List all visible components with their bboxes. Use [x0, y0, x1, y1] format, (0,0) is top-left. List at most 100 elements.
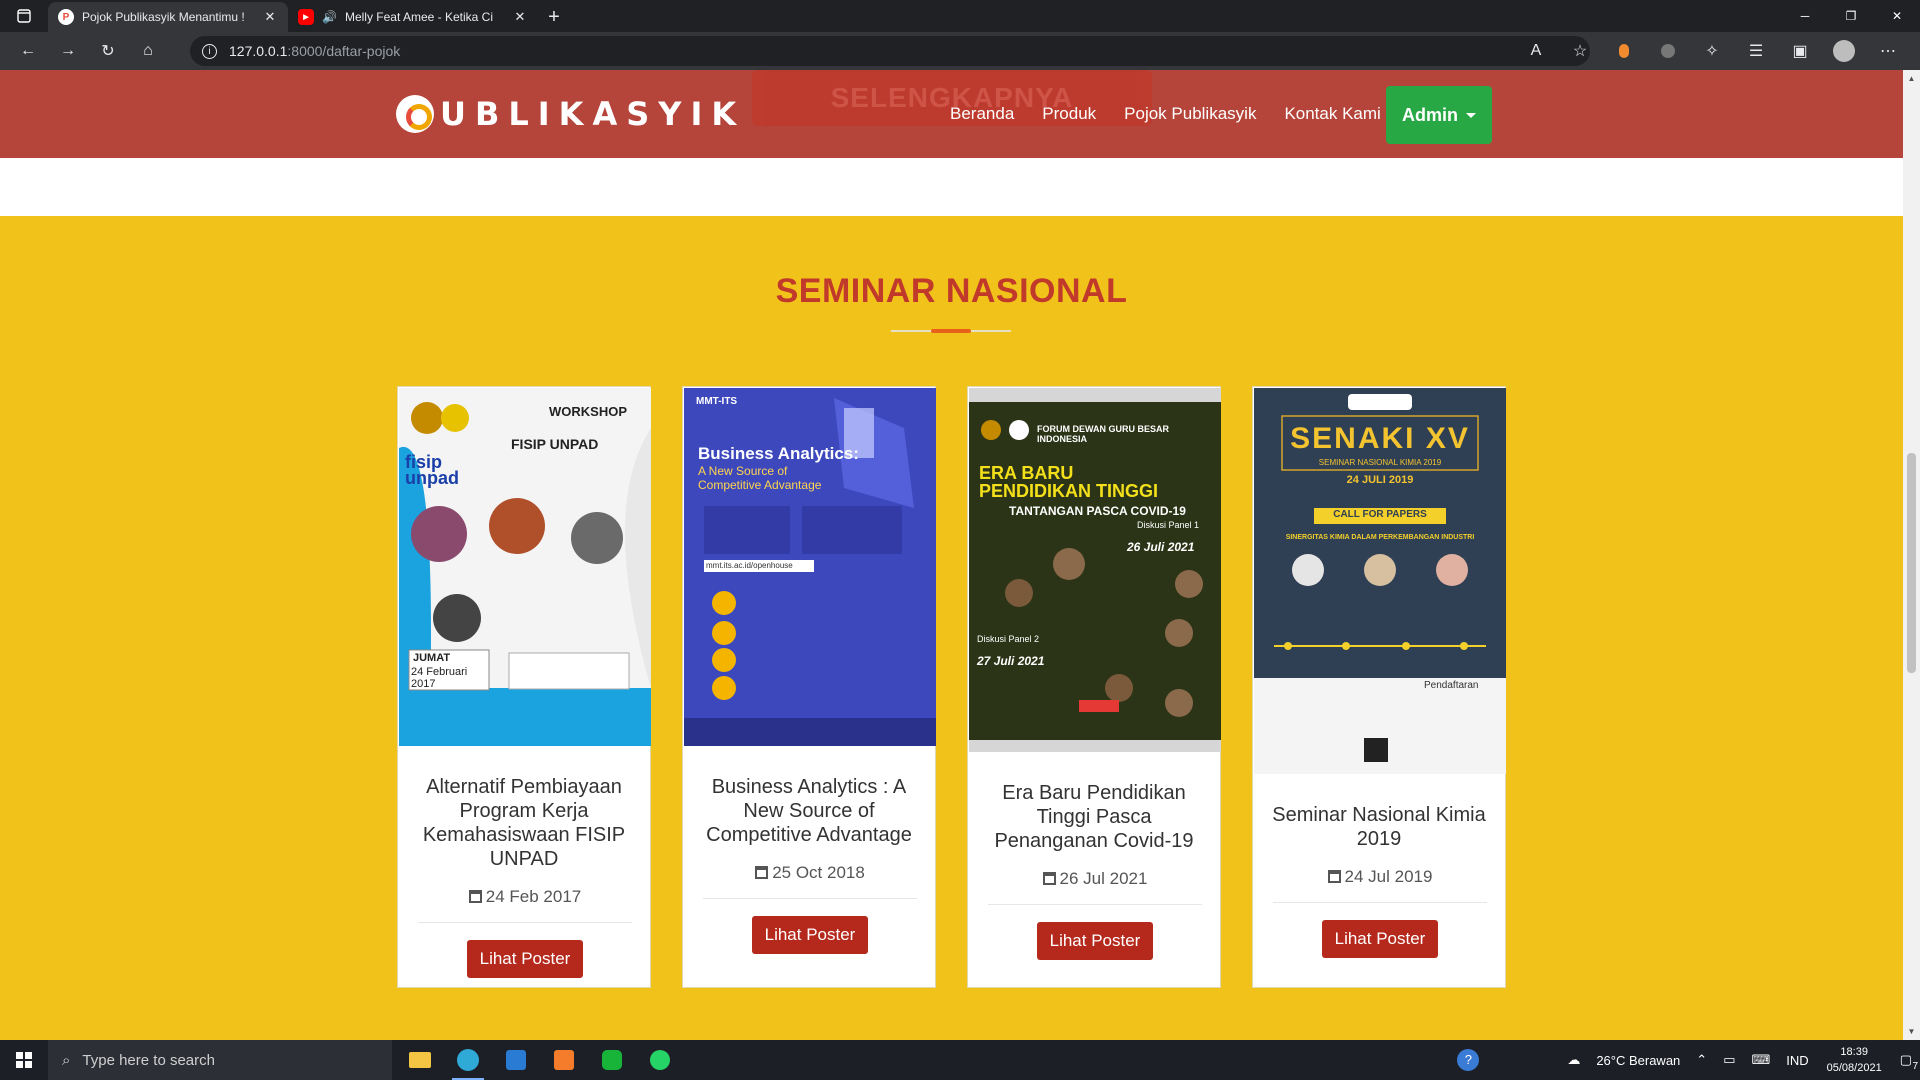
nav-beranda[interactable]: Beranda	[950, 104, 1014, 124]
windows-taskbar: ⌕ Type here to search ? ☁ 26°C Berawan ⌃…	[0, 1040, 1920, 1080]
calendar-icon	[1327, 870, 1341, 883]
speaker-icon[interactable]: 🔊	[322, 10, 337, 24]
card-divider	[418, 922, 632, 923]
chevron-down-icon	[1466, 112, 1476, 118]
language-indicator[interactable]: IND	[1786, 1053, 1808, 1068]
calendar-icon	[755, 866, 769, 879]
page-scrollbar[interactable]: ▲ ▼	[1903, 70, 1920, 1040]
whatsapp-icon[interactable]	[636, 1040, 684, 1080]
profile-avatar-icon[interactable]	[1822, 32, 1866, 70]
new-tab-button[interactable]: +	[538, 2, 570, 32]
info-icon[interactable]: i	[202, 43, 217, 59]
poster-image[interactable]: SENAKI XV SEMINAR NASIONAL KIMIA 2019 24…	[1254, 388, 1506, 774]
file-explorer-icon[interactable]	[396, 1040, 444, 1080]
admin-dropdown-button[interactable]: Admin	[1386, 86, 1492, 144]
card-divider	[1273, 902, 1487, 903]
clock[interactable]: 18:39 05/08/2021	[1827, 1044, 1882, 1076]
weather-icon[interactable]: ☁	[1567, 1052, 1580, 1068]
reload-icon[interactable]: ↻	[88, 32, 128, 70]
tray-chevron-up-icon[interactable]: ⌃	[1696, 1052, 1707, 1068]
notification-icon[interactable]: ▢ 7	[1900, 1052, 1918, 1072]
poster-subheading: SEMINAR NASIONAL KIMIA 2019	[1318, 458, 1442, 467]
close-window-icon[interactable]: ✕	[1874, 0, 1920, 32]
scroll-up-icon[interactable]: ▲	[1903, 70, 1920, 87]
calendar-icon	[468, 890, 482, 903]
poster-cfp: CALL FOR PAPERS	[1333, 509, 1427, 520]
read-aloud-icon[interactable]: A	[1514, 32, 1558, 70]
extension-dark-icon[interactable]	[1646, 32, 1690, 70]
scrollbar-thumb[interactable]	[1907, 453, 1916, 673]
maximize-icon[interactable]: ❐	[1828, 0, 1874, 32]
lihat-poster-button[interactable]: Lihat Poster	[752, 916, 868, 954]
poster-registration: Pendaftaran	[1424, 680, 1479, 691]
poster-panel1: Diskusi Panel 1	[1137, 520, 1200, 530]
site-logo[interactable]: UBLIKASYIK	[396, 94, 745, 134]
nav-pojok-publikasyik[interactable]: Pojok Publikasyik	[1124, 104, 1256, 124]
nav-produk[interactable]: Produk	[1042, 104, 1096, 124]
seminar-card: FORUM DEWAN GURU BESAR INDONESIA ERA BAR…	[967, 386, 1221, 988]
section-title: SEMINAR NASIONAL	[775, 272, 1128, 310]
title-underline-accent	[931, 329, 971, 333]
taskbar-search-input[interactable]: ⌕ Type here to search	[48, 1040, 392, 1080]
windows-start-icon[interactable]	[0, 1040, 48, 1080]
poster-day: JUMAT	[413, 652, 451, 664]
browser-tab-bar: P Pojok Publikasyik Menantimu ! ✕ ▶ 🔊 Me…	[0, 0, 1920, 32]
admin-label: Admin	[1402, 104, 1458, 125]
card-date: 24 Jul 2019	[1253, 867, 1507, 887]
poster-heading: SENAKI XV	[1290, 422, 1470, 455]
poster-date1: 26 Juli 2021	[1127, 540, 1195, 554]
poster-brand: MMT-ITS	[696, 396, 738, 407]
tab-title: Melly Feat Amee - Ketika Ci	[344, 10, 494, 24]
poster-image[interactable]: WORKSHOP FISIP UNPAD fisip unpad JUMAT 2…	[399, 388, 651, 746]
more-menu-icon[interactable]: ⋯	[1866, 32, 1910, 70]
line-icon[interactable]	[588, 1040, 636, 1080]
poster-date: 24 Februari 2017	[411, 666, 468, 690]
collections-icon[interactable]: ▣	[1778, 32, 1822, 70]
seminar-card: WORKSHOP FISIP UNPAD fisip unpad JUMAT 2…	[397, 386, 651, 988]
poster-image[interactable]: FORUM DEWAN GURU BESAR INDONESIA ERA BAR…	[969, 388, 1221, 752]
card-title: Era Baru Pendidikan Tinggi Pasca Penanga…	[994, 782, 1194, 852]
address-bar[interactable]: i 127.0.0.1:8000/daftar-pojok	[190, 36, 1590, 66]
poster-subheading: FISIP UNPAD	[511, 436, 599, 452]
lihat-poster-button[interactable]: Lihat Poster	[1037, 922, 1153, 960]
poster-heading: WORKSHOP	[549, 404, 627, 419]
browser-toolbar: ← → ↻ ⌂ i 127.0.0.1:8000/daftar-pojok A …	[0, 32, 1920, 70]
extensions-puzzle-icon[interactable]: ✧	[1690, 32, 1734, 70]
main-nav: Beranda Produk Pojok Publikasyik Kontak …	[936, 70, 1395, 158]
favorite-star-icon[interactable]: ☆	[1558, 32, 1602, 70]
forward-icon[interactable]: →	[48, 32, 88, 70]
poster-panel2: Diskusi Panel 2	[977, 634, 1040, 644]
browser-tab-active[interactable]: P Pojok Publikasyik Menantimu ! ✕	[48, 2, 288, 32]
poster-subheading: TANTANGAN PASCA COVID-19	[1009, 504, 1186, 518]
back-icon[interactable]: ←	[8, 32, 48, 70]
xampp-icon[interactable]	[540, 1040, 588, 1080]
notification-count: 7	[1912, 1061, 1918, 1072]
weather-text[interactable]: 26°C Berawan	[1596, 1053, 1680, 1068]
poster-top: FORUM DEWAN GURU BESAR INDONESIA	[1037, 424, 1169, 444]
extension-orange-icon[interactable]	[1602, 32, 1646, 70]
nav-kontak-kami[interactable]: Kontak Kami	[1284, 104, 1380, 124]
poster-date2: 27 Juli 2021	[977, 654, 1045, 668]
favorites-icon[interactable]: ☰	[1734, 32, 1778, 70]
poster-brand: fisip unpad	[405, 452, 459, 488]
help-icon[interactable]: ?	[1457, 1049, 1480, 1071]
logo-text: UBLIKASYIK	[440, 95, 746, 133]
home-icon[interactable]: ⌂	[128, 32, 168, 70]
minimize-icon[interactable]: ─	[1782, 0, 1828, 32]
network-icon[interactable]: ▭	[1723, 1052, 1735, 1068]
toolbar-right: A ☆ ✧ ☰ ▣ ⋯	[1514, 32, 1910, 70]
tab-close-icon[interactable]: ✕	[262, 9, 278, 25]
browser-tab-youtube[interactable]: ▶ 🔊 Melly Feat Amee - Ketika Ci ✕	[288, 2, 538, 32]
poster-url: mmt.its.ac.id/openhouse	[706, 561, 793, 570]
keyboard-icon[interactable]: ⌨	[1751, 1052, 1770, 1068]
site-header: SELENGKAPNYA UBLIKASYIK Beranda Produk P…	[0, 70, 1903, 158]
lihat-poster-button[interactable]: Lihat Poster	[467, 940, 583, 978]
vscode-icon[interactable]	[492, 1040, 540, 1080]
poster-image[interactable]: MMT-ITS Business Analytics: A New Source…	[684, 388, 936, 746]
edge-browser-icon[interactable]	[444, 1040, 492, 1080]
tab-actions-icon[interactable]	[0, 0, 48, 32]
scroll-down-icon[interactable]: ▼	[1903, 1023, 1920, 1040]
lihat-poster-button[interactable]: Lihat Poster	[1322, 920, 1438, 958]
poster-theme: SINERGITAS KIMIA DALAM PERKEMBANGAN INDU…	[1285, 534, 1475, 541]
tab-close-icon[interactable]: ✕	[512, 9, 528, 25]
